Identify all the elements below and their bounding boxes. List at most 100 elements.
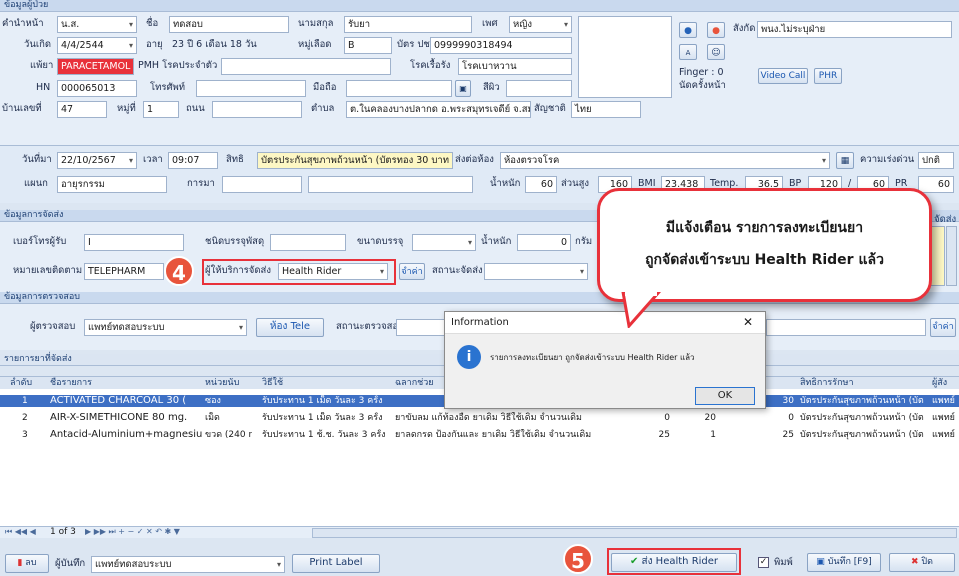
tambon-input[interactable]: ต.ในคลองบางปลากด อ.พระสมุทรเจดีย์ จ.สมุท: [346, 101, 531, 118]
weight-label: น้ำหนัก: [490, 178, 521, 189]
pkg-size-select[interactable]: [412, 234, 476, 251]
dialog-close-icon[interactable]: ✕: [743, 315, 753, 329]
row-price: 25: [782, 430, 794, 440]
sex-select[interactable]: หญิง: [509, 16, 572, 33]
visit-date-input[interactable]: 22/10/2567: [57, 152, 137, 169]
exam-save-button[interactable]: จำค่า: [930, 318, 956, 337]
fname-label: ชื่อ: [146, 18, 159, 29]
dialog-ok-button[interactable]: OK: [695, 387, 755, 405]
right-input[interactable]: บัตรประกันสุขภาพถ้วนหน้า (บัตรทอง 30 บาท: [257, 152, 453, 169]
exam-note-input[interactable]: [766, 319, 926, 336]
calendar-icon[interactable]: ▦: [836, 152, 854, 169]
recorder-select[interactable]: แพทย์ทดสอบระบบ: [91, 556, 285, 573]
delivery-scrollbar[interactable]: [946, 226, 957, 286]
dept-input[interactable]: พนง.ไม่ระบุฝ่าย: [757, 21, 952, 38]
disease-label: การมา: [187, 178, 215, 189]
close-button[interactable]: ✖ ปิด: [889, 553, 955, 572]
print-checkbox[interactable]: ✓: [758, 557, 769, 568]
print-checkbox-label: พิมพ์: [774, 557, 793, 568]
row-label: ยาลดกรด ป้องกันและ ยาเดิม วิธีใช้เดิม จำ…: [395, 430, 592, 440]
receiver-input[interactable]: I: [84, 234, 184, 251]
visit-time-input[interactable]: 09:07: [168, 152, 218, 169]
examiner-select[interactable]: แพทย์ทดสอบระบบ: [84, 319, 247, 336]
chronic-input[interactable]: โรคเบาหวาน: [458, 58, 572, 75]
row-doctor: แพทย์: [932, 396, 955, 406]
house-input[interactable]: 47: [57, 101, 107, 118]
lname-input[interactable]: รับยา: [344, 16, 472, 33]
send-health-rider-button[interactable]: ✔ ส่ง Health Rider: [611, 553, 737, 572]
person-icon[interactable]: ☺: [707, 44, 725, 60]
moo-input[interactable]: 1: [143, 101, 179, 118]
row-doctor: แพทย์: [932, 413, 955, 423]
alert-icon[interactable]: ●: [707, 22, 725, 38]
moo-label: หมู่ที่: [117, 103, 136, 114]
row-doctor: แพทย์: [932, 430, 955, 440]
disease-input[interactable]: [222, 176, 302, 193]
phr-button[interactable]: PHR: [814, 68, 842, 84]
save-label: บันทึก [F9]: [827, 557, 872, 567]
hn-input[interactable]: 000065013: [57, 80, 137, 97]
nav-next-icon[interactable]: ▶ ▶▶ ⏭ + − ✓ ✕ ↶ ✱ ▼: [85, 527, 180, 537]
send-label: ส่ง Health Rider: [641, 556, 719, 567]
col-right-header: สิทธิการรักษา: [800, 378, 854, 388]
delete-button[interactable]: ▮ ลบ: [5, 554, 49, 573]
delivery-status-label: สถานะจัดส่ง: [432, 265, 483, 276]
delivery-status-select[interactable]: [484, 263, 588, 280]
table-row[interactable]: 2 AIR-X-SIMETHICONE 80 mg. เม็ด รับประทา…: [0, 412, 959, 424]
floppy-icon: ▣: [816, 557, 825, 567]
delivery-price-button[interactable]: จำค่า: [399, 263, 425, 280]
recorder-label: ผู้บันทึก: [55, 558, 86, 569]
blood-input[interactable]: B: [344, 37, 392, 54]
dep-label: แผนก: [24, 178, 48, 189]
pmh-input[interactable]: [221, 58, 391, 75]
patient-section-title: ข้อมูลผู้ป่วย: [0, 0, 959, 12]
tracking-input[interactable]: TELEPHARM: [84, 263, 164, 280]
delivery-weight-input[interactable]: 0: [517, 234, 571, 251]
allergy-field[interactable]: PARACETAMOL: [57, 58, 134, 75]
delete-label: ลบ: [25, 558, 37, 568]
mobile-input[interactable]: [346, 80, 452, 97]
disease-extra-input[interactable]: [308, 176, 473, 193]
col-unit-header: หน่วยนับ: [205, 378, 240, 388]
examiner-label: ผู้ตรวจสอบ: [30, 321, 76, 332]
dialog-title: Information: [451, 317, 509, 328]
urgency-input[interactable]: ปกติ: [918, 152, 954, 169]
idcard-input[interactable]: 0999990318494: [430, 37, 572, 54]
step4-badge: 4: [164, 256, 194, 286]
check-icon: ✔: [629, 556, 639, 567]
exam-status-input[interactable]: [396, 319, 446, 336]
skin-input[interactable]: [506, 80, 572, 97]
row-unit: เม็ด: [205, 413, 220, 423]
row-unit: ขวด (240 r: [205, 430, 253, 440]
sendto-label: ส่งต่อห้อง: [455, 154, 494, 165]
notification-callout: มีแจ้งเตือน รายการลงทะเบียนยา ถูกจัดส่งเ…: [597, 188, 932, 302]
callout-line2: ถูกจัดส่งเข้าระบบ Health Rider แล้ว: [645, 252, 884, 268]
font-icon[interactable]: A: [679, 44, 697, 60]
phone-input[interactable]: [196, 80, 306, 97]
print-label-button[interactable]: Print Label: [292, 554, 380, 573]
fname-input[interactable]: ทดสอบ: [169, 16, 289, 33]
pr-input[interactable]: 60: [918, 176, 954, 193]
appt-text: นัดครั้งหน้า: [679, 80, 726, 91]
tele-room-button[interactable]: ห้อง Tele: [256, 318, 324, 337]
horizontal-scrollbar[interactable]: [312, 528, 957, 538]
save-button[interactable]: ▣ บันทึก [F9]: [807, 553, 881, 572]
pkg-type-input[interactable]: [270, 234, 346, 251]
video-call-button[interactable]: Video Call: [758, 68, 808, 84]
mobile-label: มือถือ: [313, 82, 337, 93]
sendto-select[interactable]: ห้องตรวจโรค: [500, 152, 830, 169]
height-label: ส่วนสูง: [561, 178, 590, 189]
user-icon[interactable]: ●: [679, 22, 697, 38]
table-row[interactable]: 3 Antacid-Aluminium+magnesiu ขวด (240 r …: [0, 429, 959, 441]
road-input[interactable]: [212, 101, 302, 118]
col-doctor-header: ผู้สั่ง: [932, 378, 948, 388]
nation-input[interactable]: ไทย: [571, 101, 641, 118]
prefix-select[interactable]: น.ส.: [57, 16, 137, 33]
dep-input[interactable]: อายุรกรรม: [57, 176, 167, 193]
weight-input[interactable]: 60: [525, 176, 557, 193]
row-right: บัตรประกันสุขภาพถ้วนหน้า (บัต: [800, 413, 924, 423]
mobile-lookup-icon[interactable]: ▣: [455, 80, 471, 97]
nav-first-icon[interactable]: ⏮ ◀◀ ◀: [5, 527, 36, 537]
dob-input[interactable]: 4/4/2544: [57, 37, 137, 54]
sex-label: เพศ: [482, 18, 498, 29]
